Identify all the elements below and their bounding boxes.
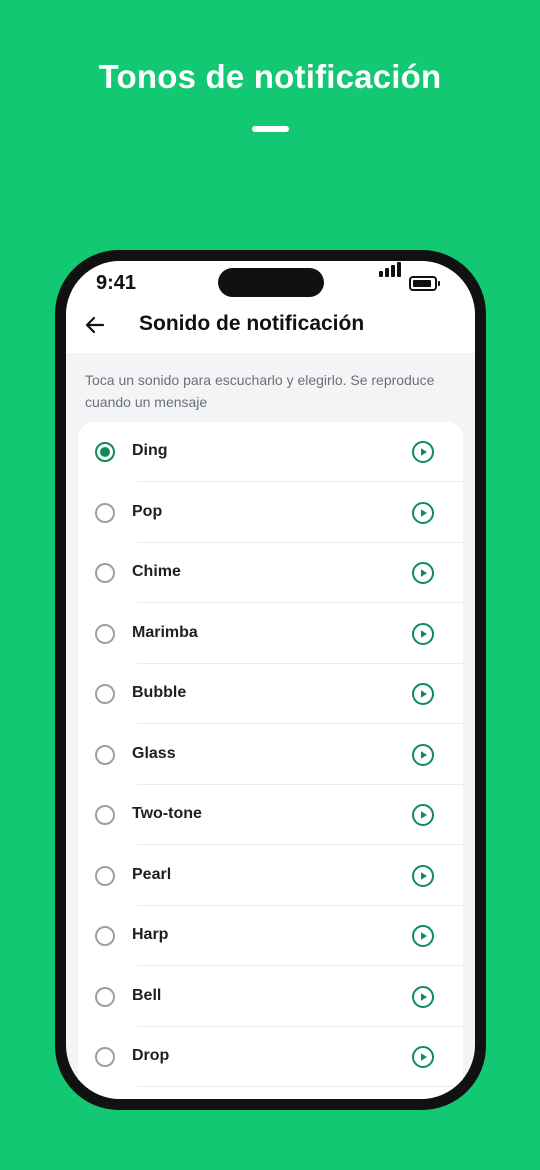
sound-label: Bell bbox=[132, 986, 162, 1004]
play-circle-icon bbox=[412, 1046, 434, 1068]
play-button[interactable] bbox=[411, 743, 435, 767]
radio-button[interactable] bbox=[95, 744, 115, 765]
play-button[interactable] bbox=[411, 561, 435, 585]
arrow-left-icon bbox=[85, 316, 105, 334]
radio-button[interactable] bbox=[95, 986, 115, 1007]
radio-button[interactable] bbox=[95, 926, 115, 946]
play-button[interactable] bbox=[411, 864, 435, 888]
play-circle-icon bbox=[412, 562, 434, 584]
radio-button[interactable] bbox=[95, 865, 115, 886]
sound-label: Two-tone bbox=[132, 805, 202, 822]
sound-option-pearl[interactable]: Pearl bbox=[78, 846, 463, 906]
play-circle-icon bbox=[412, 925, 434, 947]
radio-button[interactable] bbox=[95, 1047, 115, 1067]
battery-icon bbox=[409, 276, 440, 291]
play-circle-icon bbox=[412, 441, 434, 463]
sound-list: Ding Pop Chime Marimba Bubble Glass Two-tone Pe… bbox=[78, 422, 463, 1099]
sound-option-drop[interactable]: Drop bbox=[78, 1027, 463, 1087]
play-button[interactable] bbox=[411, 440, 435, 464]
play-circle-icon bbox=[412, 804, 434, 826]
sound-label: Marimba bbox=[132, 623, 198, 641]
play-circle-icon bbox=[412, 622, 434, 645]
promo-headline: Tonos de notificación bbox=[98, 58, 442, 95]
sound-option-marimba[interactable]: Marimba bbox=[78, 604, 463, 664]
play-button[interactable] bbox=[411, 924, 435, 948]
play-button[interactable] bbox=[411, 985, 435, 1009]
phone-frame: 9:41 Sonido de notificación Toca un soni… bbox=[55, 250, 486, 1110]
sound-option-pop[interactable]: Pop bbox=[78, 483, 463, 543]
page-title: Sonido de notificación bbox=[139, 312, 365, 335]
sound-label: Ding bbox=[132, 442, 168, 459]
radio-button[interactable] bbox=[95, 442, 115, 462]
sound-option-ding[interactable]: Ding bbox=[78, 422, 463, 482]
play-button[interactable] bbox=[411, 622, 435, 646]
sound-option-two-tone[interactable]: Two-tone bbox=[78, 785, 463, 845]
play-button[interactable] bbox=[411, 682, 435, 706]
sound-option-harp[interactable]: Harp bbox=[78, 906, 463, 966]
sound-label: Harp bbox=[132, 926, 169, 943]
sound-label: Glass bbox=[132, 744, 176, 762]
play-circle-icon bbox=[412, 501, 434, 524]
sound-option-bubble[interactable]: Bubble bbox=[78, 664, 463, 724]
hint-text: Toca un sonido para escucharlo y elegirl… bbox=[85, 372, 435, 410]
sound-label: Bubble bbox=[132, 684, 187, 701]
play-circle-icon bbox=[412, 864, 434, 887]
headline-underline bbox=[252, 126, 289, 132]
radio-button[interactable] bbox=[95, 623, 115, 644]
radio-button[interactable] bbox=[95, 684, 115, 704]
app-bar: 9:41 Sonido de notificación bbox=[66, 261, 475, 353]
radio-button[interactable] bbox=[95, 563, 115, 583]
dynamic-island bbox=[218, 268, 324, 297]
sound-label: Pop bbox=[132, 502, 163, 520]
radio-button[interactable] bbox=[95, 805, 115, 825]
sound-label: Pearl bbox=[132, 865, 172, 883]
play-button[interactable] bbox=[411, 501, 435, 525]
play-circle-icon bbox=[412, 743, 434, 766]
status-time: 9:41 bbox=[96, 272, 137, 294]
phone-screen: 9:41 Sonido de notificación Toca un soni… bbox=[66, 261, 475, 1099]
sound-option-bell[interactable]: Bell bbox=[78, 967, 463, 1027]
sound-label: Drop bbox=[132, 1047, 170, 1064]
play-circle-icon bbox=[412, 683, 434, 705]
radio-button[interactable] bbox=[95, 502, 115, 523]
play-circle-icon bbox=[412, 985, 434, 1008]
sound-label: Chime bbox=[132, 563, 181, 580]
back-button[interactable] bbox=[83, 313, 107, 337]
sound-option-glass[interactable]: Glass bbox=[78, 725, 463, 785]
row-divider bbox=[137, 1086, 463, 1087]
play-button[interactable] bbox=[411, 1045, 435, 1069]
play-button[interactable] bbox=[411, 803, 435, 827]
sound-option-chime[interactable]: Chime bbox=[78, 543, 463, 603]
